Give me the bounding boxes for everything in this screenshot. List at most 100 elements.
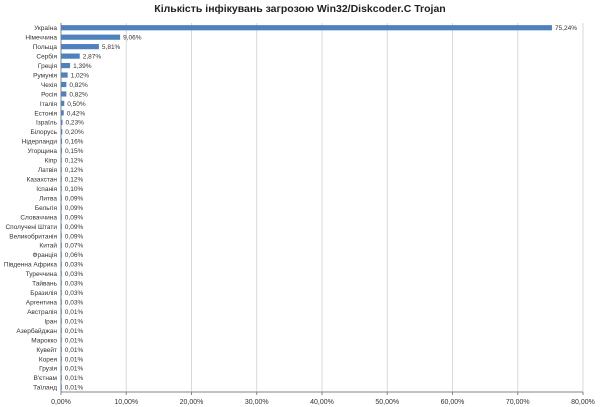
category-label: Китай bbox=[39, 242, 57, 250]
data-label: 0,01% bbox=[65, 309, 84, 316]
data-label: 0,06% bbox=[65, 252, 84, 259]
category-label: Румунія bbox=[33, 71, 57, 79]
data-label: 0,03% bbox=[65, 271, 84, 278]
x-tick-label: 10,00% bbox=[114, 399, 138, 406]
bar-chart-svg: 0,00% 10,00% 20,00% 30,00% 40,00% 50,00% 60,00… bbox=[4, 23, 595, 406]
bar bbox=[61, 214, 62, 220]
category-label: Польща bbox=[33, 44, 58, 51]
data-label: 0,10% bbox=[65, 186, 84, 193]
bar bbox=[61, 129, 63, 135]
data-label: 0,42% bbox=[67, 110, 86, 117]
bar bbox=[61, 62, 71, 69]
category-label: Естонія bbox=[34, 109, 57, 117]
data-label: 0,01% bbox=[65, 385, 84, 392]
x-tick-label: 70,00% bbox=[506, 399, 530, 406]
x-tick-label: 50,00% bbox=[375, 399, 399, 406]
category-label: Таїланд bbox=[33, 385, 57, 392]
category-label: Марокко bbox=[31, 337, 57, 344]
data-label: 0,12% bbox=[65, 167, 84, 174]
category-label: Аргентина bbox=[26, 300, 58, 307]
category-label: Словаччина bbox=[20, 214, 57, 221]
bar bbox=[61, 261, 62, 267]
data-label: 0,82% bbox=[69, 82, 88, 89]
category-label: Іран bbox=[44, 318, 57, 325]
category-label: В'єтнам bbox=[33, 375, 57, 382]
bar bbox=[61, 318, 62, 324]
data-label: 0,16% bbox=[65, 139, 84, 146]
category-label: Туреччина bbox=[26, 271, 58, 278]
data-label: 0,01% bbox=[65, 375, 84, 382]
category-label: Кувейт bbox=[36, 346, 57, 354]
data-label: 0,03% bbox=[65, 281, 84, 288]
category-label: Україна bbox=[34, 25, 57, 32]
bar bbox=[61, 242, 62, 248]
category-label: Іспанія bbox=[36, 185, 57, 193]
bar bbox=[61, 290, 62, 296]
data-label: 0,09% bbox=[65, 205, 84, 212]
bar bbox=[61, 375, 62, 381]
x-tick-label: 40,00% bbox=[310, 399, 334, 406]
category-label: Бразилія bbox=[30, 289, 57, 297]
bar bbox=[61, 138, 63, 144]
category-label: Латвія bbox=[38, 166, 58, 174]
category-label: Нідерланди bbox=[22, 138, 58, 146]
bar bbox=[61, 365, 62, 371]
bar bbox=[61, 53, 80, 59]
data-label: 0,23% bbox=[66, 120, 85, 127]
category-label: Ізраїль bbox=[36, 120, 58, 127]
bar bbox=[61, 327, 62, 334]
category-label: Білорусь bbox=[30, 128, 57, 136]
bar bbox=[61, 299, 62, 305]
data-label: 0,12% bbox=[65, 177, 84, 184]
category-label: Азербайджан bbox=[16, 327, 57, 335]
bar bbox=[61, 271, 62, 277]
bar bbox=[61, 346, 62, 353]
x-tick-label: 80,00% bbox=[571, 399, 595, 406]
bar bbox=[61, 384, 62, 390]
data-label: 2,87% bbox=[83, 54, 102, 61]
bar bbox=[61, 233, 62, 239]
data-label: 0,01% bbox=[65, 366, 84, 373]
data-label: 0,07% bbox=[65, 243, 84, 250]
bar bbox=[61, 34, 121, 40]
bar bbox=[61, 72, 68, 78]
bar bbox=[61, 252, 62, 258]
bar bbox=[61, 148, 62, 154]
data-label: 0,01% bbox=[65, 337, 84, 344]
category-label: Литва bbox=[39, 195, 57, 202]
bar bbox=[61, 185, 62, 192]
category-label: Німеччина bbox=[25, 34, 57, 42]
data-label: 0,15% bbox=[65, 148, 84, 155]
bar bbox=[61, 119, 63, 125]
bar bbox=[61, 91, 67, 97]
category-label: Росія bbox=[41, 90, 57, 98]
data-label: 0,01% bbox=[65, 328, 84, 335]
category-label: Угорщина bbox=[28, 148, 58, 155]
bar bbox=[61, 81, 67, 88]
category-label: Австралія bbox=[27, 308, 57, 316]
x-tick-label: 30,00% bbox=[245, 399, 269, 406]
data-label: 9,06% bbox=[123, 35, 142, 42]
bar bbox=[61, 223, 62, 230]
category-label: Сполучені Штати bbox=[5, 223, 57, 231]
category-label: Греція bbox=[38, 62, 58, 70]
data-label: 0,20% bbox=[65, 129, 84, 136]
bar bbox=[61, 25, 552, 31]
bar bbox=[61, 308, 62, 315]
category-label: Чехія bbox=[41, 81, 57, 89]
bar bbox=[61, 176, 62, 182]
data-label: 0,12% bbox=[65, 158, 84, 165]
x-tick-label: 20,00% bbox=[180, 399, 204, 406]
category-label: Корея bbox=[39, 356, 58, 363]
category-label: Грузія bbox=[39, 365, 57, 373]
x-tick-label: 60,00% bbox=[441, 399, 465, 406]
category-label: Казахстан bbox=[27, 177, 58, 184]
category-label: Франція bbox=[33, 251, 58, 259]
data-label: 0,03% bbox=[65, 262, 84, 269]
bar bbox=[61, 356, 62, 362]
category-label: Бельгія bbox=[35, 204, 58, 212]
category-label: Великобританія bbox=[9, 232, 57, 240]
data-label: 1,39% bbox=[73, 63, 92, 70]
bar bbox=[61, 195, 62, 201]
data-label: 1,02% bbox=[71, 72, 90, 79]
